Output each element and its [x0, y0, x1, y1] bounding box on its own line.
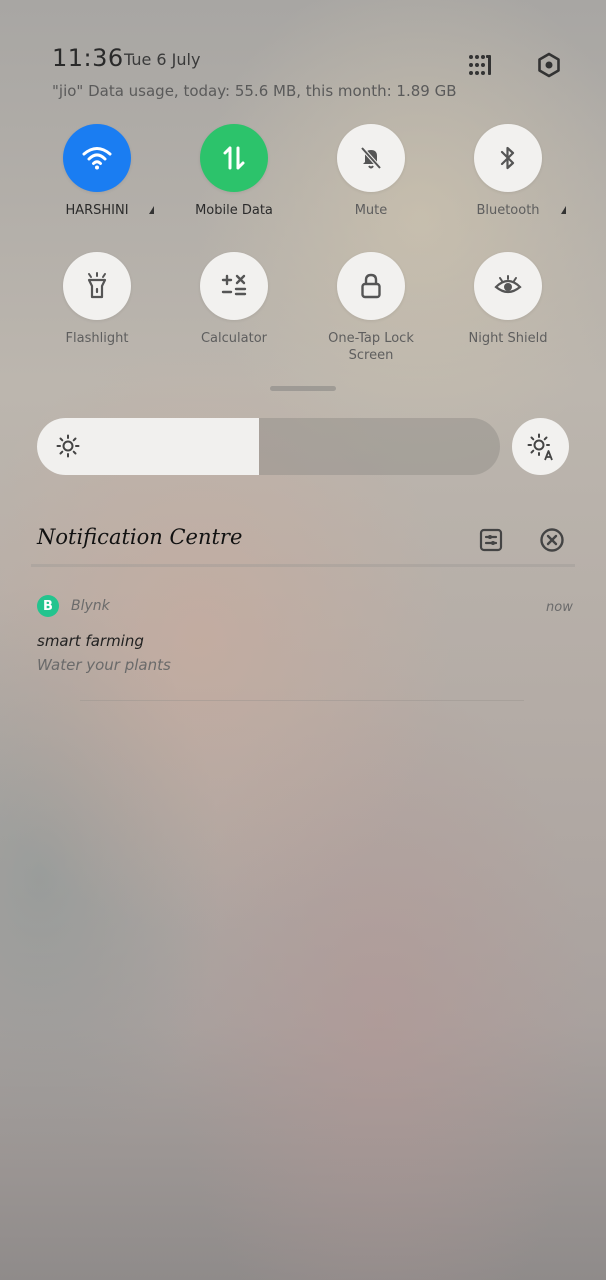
bluetooth-expand-icon[interactable]: [561, 206, 566, 214]
settings-icon[interactable]: [534, 50, 564, 80]
notification-app-name: Blynk: [71, 598, 110, 614]
tile-label-mobile-data: Mobile Data: [195, 203, 273, 218]
grid-menu-icon[interactable]: [466, 50, 496, 80]
notification-text[interactable]: Water your plants: [37, 656, 171, 674]
tile-mute[interactable]: Mute: [306, 124, 436, 219]
lock-icon[interactable]: [337, 252, 405, 320]
wifi-expand-icon[interactable]: [149, 206, 154, 214]
notification-centre-title: Notification Centre: [37, 525, 243, 549]
mute-bell-icon[interactable]: [337, 124, 405, 192]
auto-brightness-icon: [527, 433, 553, 460]
blynk-app-icon: B: [37, 595, 59, 617]
tile-flashlight[interactable]: Flashlight: [32, 252, 162, 347]
eye-icon[interactable]: [474, 252, 542, 320]
auto-brightness-button[interactable]: [512, 418, 569, 475]
data-usage-text: "jio" Data usage, today: 55.6 MB, this m…: [52, 82, 457, 100]
clock-time: 11:36: [52, 44, 124, 72]
calculator-icon[interactable]: [200, 252, 268, 320]
tile-label-flashlight: Flashlight: [65, 331, 129, 346]
tile-label-wifi: HARSHINI: [65, 203, 129, 218]
flashlight-icon[interactable]: [63, 252, 131, 320]
tile-label-calculator: Calculator: [200, 331, 267, 346]
notification-centre-divider: [31, 564, 575, 567]
tile-calculator[interactable]: Calculator: [169, 252, 299, 347]
notification-time: now: [546, 600, 573, 615]
wifi-icon[interactable]: [63, 124, 131, 192]
brightness-slider[interactable]: [37, 418, 500, 475]
tile-label-mute: Mute: [354, 203, 388, 218]
notification-title[interactable]: smart farming: [37, 632, 144, 650]
notification-manage-icon[interactable]: [478, 527, 504, 553]
date-label: Tue 6 July: [124, 50, 201, 69]
clear-all-icon[interactable]: [538, 526, 566, 554]
mobile-data-icon[interactable]: [200, 124, 268, 192]
tile-mobile-data[interactable]: Mobile Data: [169, 124, 299, 219]
brightness-icon: [56, 434, 80, 458]
tile-bluetooth[interactable]: Bluetooth: [443, 124, 573, 219]
tile-one-tap-lock[interactable]: One-Tap Lock Screen: [306, 252, 436, 364]
tile-wifi[interactable]: HARSHINI: [32, 124, 162, 219]
panel-drag-handle[interactable]: [270, 386, 336, 391]
tile-label-one-tap-lock: One-Tap Lock Screen: [328, 331, 414, 363]
tile-night-shield[interactable]: Night Shield: [443, 252, 573, 347]
tile-label-night-shield: Night Shield: [468, 331, 548, 346]
tile-label-bluetooth: Bluetooth: [476, 203, 540, 218]
bluetooth-icon[interactable]: [474, 124, 542, 192]
notification-divider: [80, 700, 524, 701]
